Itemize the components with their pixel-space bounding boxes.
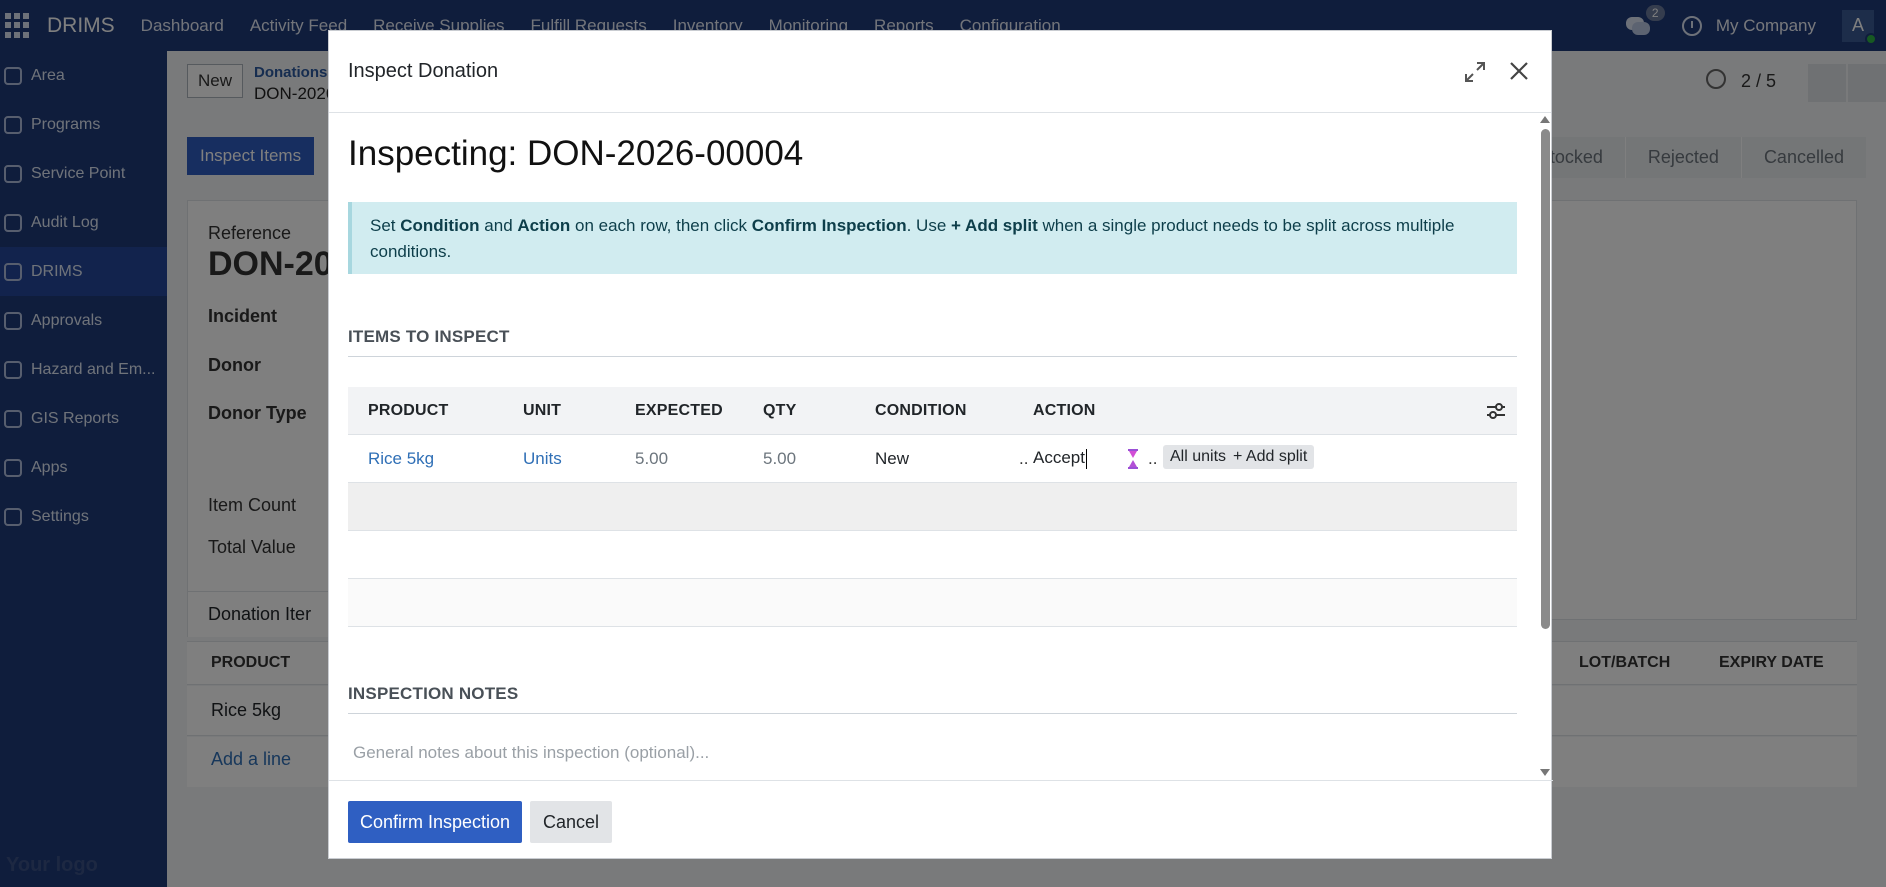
section-divider	[348, 356, 1517, 357]
condition-select[interactable]: New	[875, 449, 909, 469]
hourglass-icon	[1128, 449, 1138, 469]
scroll-down-arrow-icon[interactable]	[1540, 769, 1550, 776]
expected-cell: 5.00	[635, 449, 669, 468]
inspection-heading: Inspecting: DON-2026-00004	[348, 134, 804, 173]
col-expected: EXPECTED	[635, 402, 723, 419]
empty-row	[348, 531, 1517, 579]
col-action: ACTION	[1033, 402, 1096, 419]
leading-dots: ..	[1019, 449, 1029, 468]
trailing-dots: ..	[1148, 449, 1158, 468]
grid-header: PRODUCT UNIT EXPECTED QTY CONDITION ACTI…	[348, 387, 1517, 435]
inspection-items-grid: PRODUCT UNIT EXPECTED QTY CONDITION ACTI…	[348, 387, 1517, 627]
column-settings-icon[interactable]	[1485, 401, 1507, 421]
alert-strong: Action	[517, 216, 571, 235]
inspect-donation-dialog: Inspect Donation Inspecting: DON-2026-00…	[328, 30, 1553, 860]
empty-row	[348, 483, 1517, 531]
add-split-button[interactable]: + Add split	[1226, 445, 1315, 469]
inspection-notes-input[interactable]: General notes about this inspection (opt…	[353, 743, 709, 763]
action-select[interactable]: Accept	[1033, 448, 1087, 469]
unit-cell[interactable]: Units	[523, 449, 562, 469]
scroll-up-arrow-icon[interactable]	[1540, 116, 1550, 123]
text-caret	[1085, 448, 1087, 469]
col-product: PRODUCT	[368, 402, 449, 419]
action-value: Accept	[1033, 448, 1085, 467]
section-divider	[348, 713, 1517, 714]
dialog-scrollbar[interactable]	[1537, 114, 1553, 780]
expand-icon[interactable]	[1464, 61, 1486, 83]
dialog-footer: Confirm Inspection Cancel	[329, 780, 1553, 860]
alert-text: Set	[370, 216, 401, 235]
alert-text: on each row, then click	[570, 216, 752, 235]
all-units-button[interactable]: All units	[1163, 445, 1234, 469]
dialog-title: Inspect Donation	[348, 60, 499, 82]
alert-text: and	[479, 216, 518, 235]
notes-section-title: INSPECTION NOTES	[348, 684, 519, 703]
alert-text: . Use	[906, 216, 952, 235]
confirm-inspection-button[interactable]: Confirm Inspection	[348, 801, 523, 843]
close-icon[interactable]	[1507, 59, 1531, 83]
items-section-title: ITEMS TO INSPECT	[348, 327, 510, 346]
table-row[interactable]: Rice 5kg Units 5.00 5.00 New .. Accept .…	[348, 435, 1517, 483]
empty-row	[348, 579, 1517, 627]
col-qty: QTY	[763, 402, 797, 419]
info-alert: Set Condition and Action on each row, th…	[348, 202, 1517, 274]
cancel-button[interactable]: Cancel	[530, 801, 613, 843]
qty-cell[interactable]: 5.00	[763, 449, 796, 469]
alert-strong: Condition	[400, 216, 480, 235]
dialog-header: Inspect Donation	[329, 31, 1551, 113]
alert-strong: + Add split	[951, 216, 1038, 235]
alert-strong: Confirm Inspection	[751, 216, 907, 235]
scroll-thumb[interactable]	[1541, 129, 1550, 629]
col-unit: UNIT	[523, 402, 562, 419]
dialog-body: Inspecting: DON-2026-00004 Set Condition…	[329, 114, 1553, 780]
col-condition: CONDITION	[875, 402, 967, 419]
product-cell[interactable]: Rice 5kg	[368, 449, 434, 469]
